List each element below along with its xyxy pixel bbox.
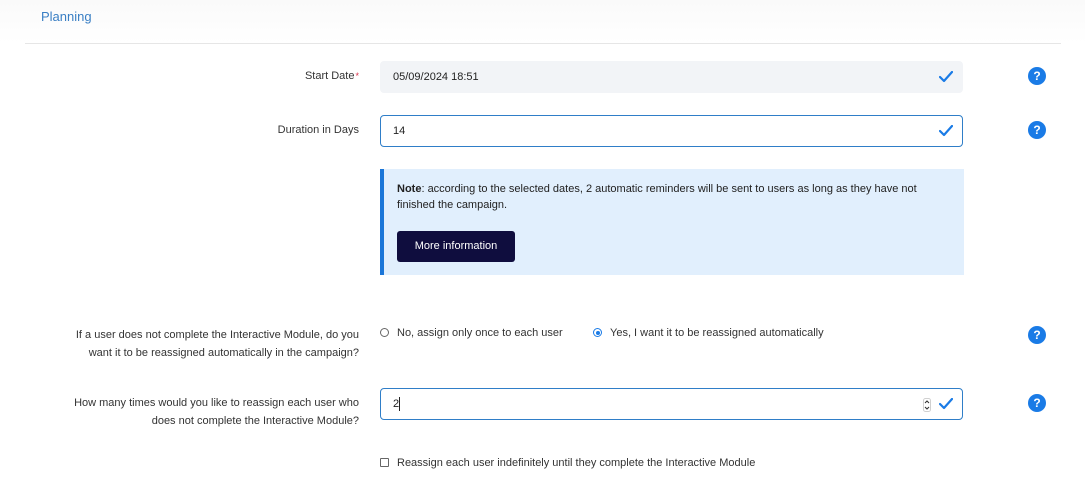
required-mark: * [355, 71, 359, 81]
planning-form: Planning Start Date* 05/09/2024 18:51 ? … [0, 0, 1085, 481]
indefinite-checkbox[interactable] [380, 458, 389, 467]
divider [25, 43, 1061, 44]
help-icon[interactable]: ? [1028, 326, 1046, 344]
text-caret [399, 397, 400, 411]
help-icon[interactable]: ? [1028, 121, 1046, 139]
note-bold: Note [397, 183, 422, 195]
section-header: Planning [0, 0, 1085, 43]
help-icon[interactable]: ? [1028, 67, 1046, 85]
check-icon [939, 398, 953, 410]
note-body: : according to the selected dates, 2 aut… [397, 183, 917, 211]
indefinite-checkbox-label[interactable]: Reassign each user indefinitely until th… [397, 456, 755, 470]
start-date-label-text: Start Date [304, 70, 355, 82]
start-date-label: Start Date* [305, 67, 359, 85]
reassign-label-line1: If a user does not complete the Interact… [75, 329, 359, 341]
radio-button-yes[interactable] [593, 328, 602, 337]
duration-field[interactable]: 14 [380, 115, 963, 147]
radio-button-no[interactable] [380, 328, 389, 337]
duration-value: 14 [393, 125, 406, 137]
check-icon [939, 125, 953, 137]
radio-label-yes[interactable]: Yes, I want it to be reassigned automati… [610, 325, 824, 341]
reassign-label-line2: want it to be reassigned automatically i… [88, 347, 359, 359]
help-icon[interactable]: ? [1028, 394, 1046, 412]
note-box: Note: according to the selected dates, 2… [380, 169, 964, 275]
start-date-field[interactable]: 05/09/2024 18:51 [380, 61, 963, 93]
reassign-times-label-line2: does not complete the Interactive Module… [151, 415, 359, 427]
note-text: Note: according to the selected dates, 2… [397, 181, 947, 213]
reassign-times-field[interactable]: 2 [380, 388, 963, 420]
check-icon [939, 71, 953, 83]
radio-label-no[interactable]: No, assign only once to each user [397, 325, 563, 341]
reassign-times-label-line1: How many times would you like to reassig… [74, 397, 359, 409]
start-date-value: 05/09/2024 18:51 [393, 71, 479, 83]
number-spinner-icon[interactable] [923, 398, 931, 412]
more-information-button[interactable]: More information [397, 231, 515, 262]
section-title: Planning [41, 9, 92, 24]
reassign-label: If a user does not complete the Interact… [76, 326, 359, 362]
duration-label: Duration in Days [277, 124, 359, 136]
reassign-times-label: How many times would you like to reassig… [74, 394, 359, 430]
